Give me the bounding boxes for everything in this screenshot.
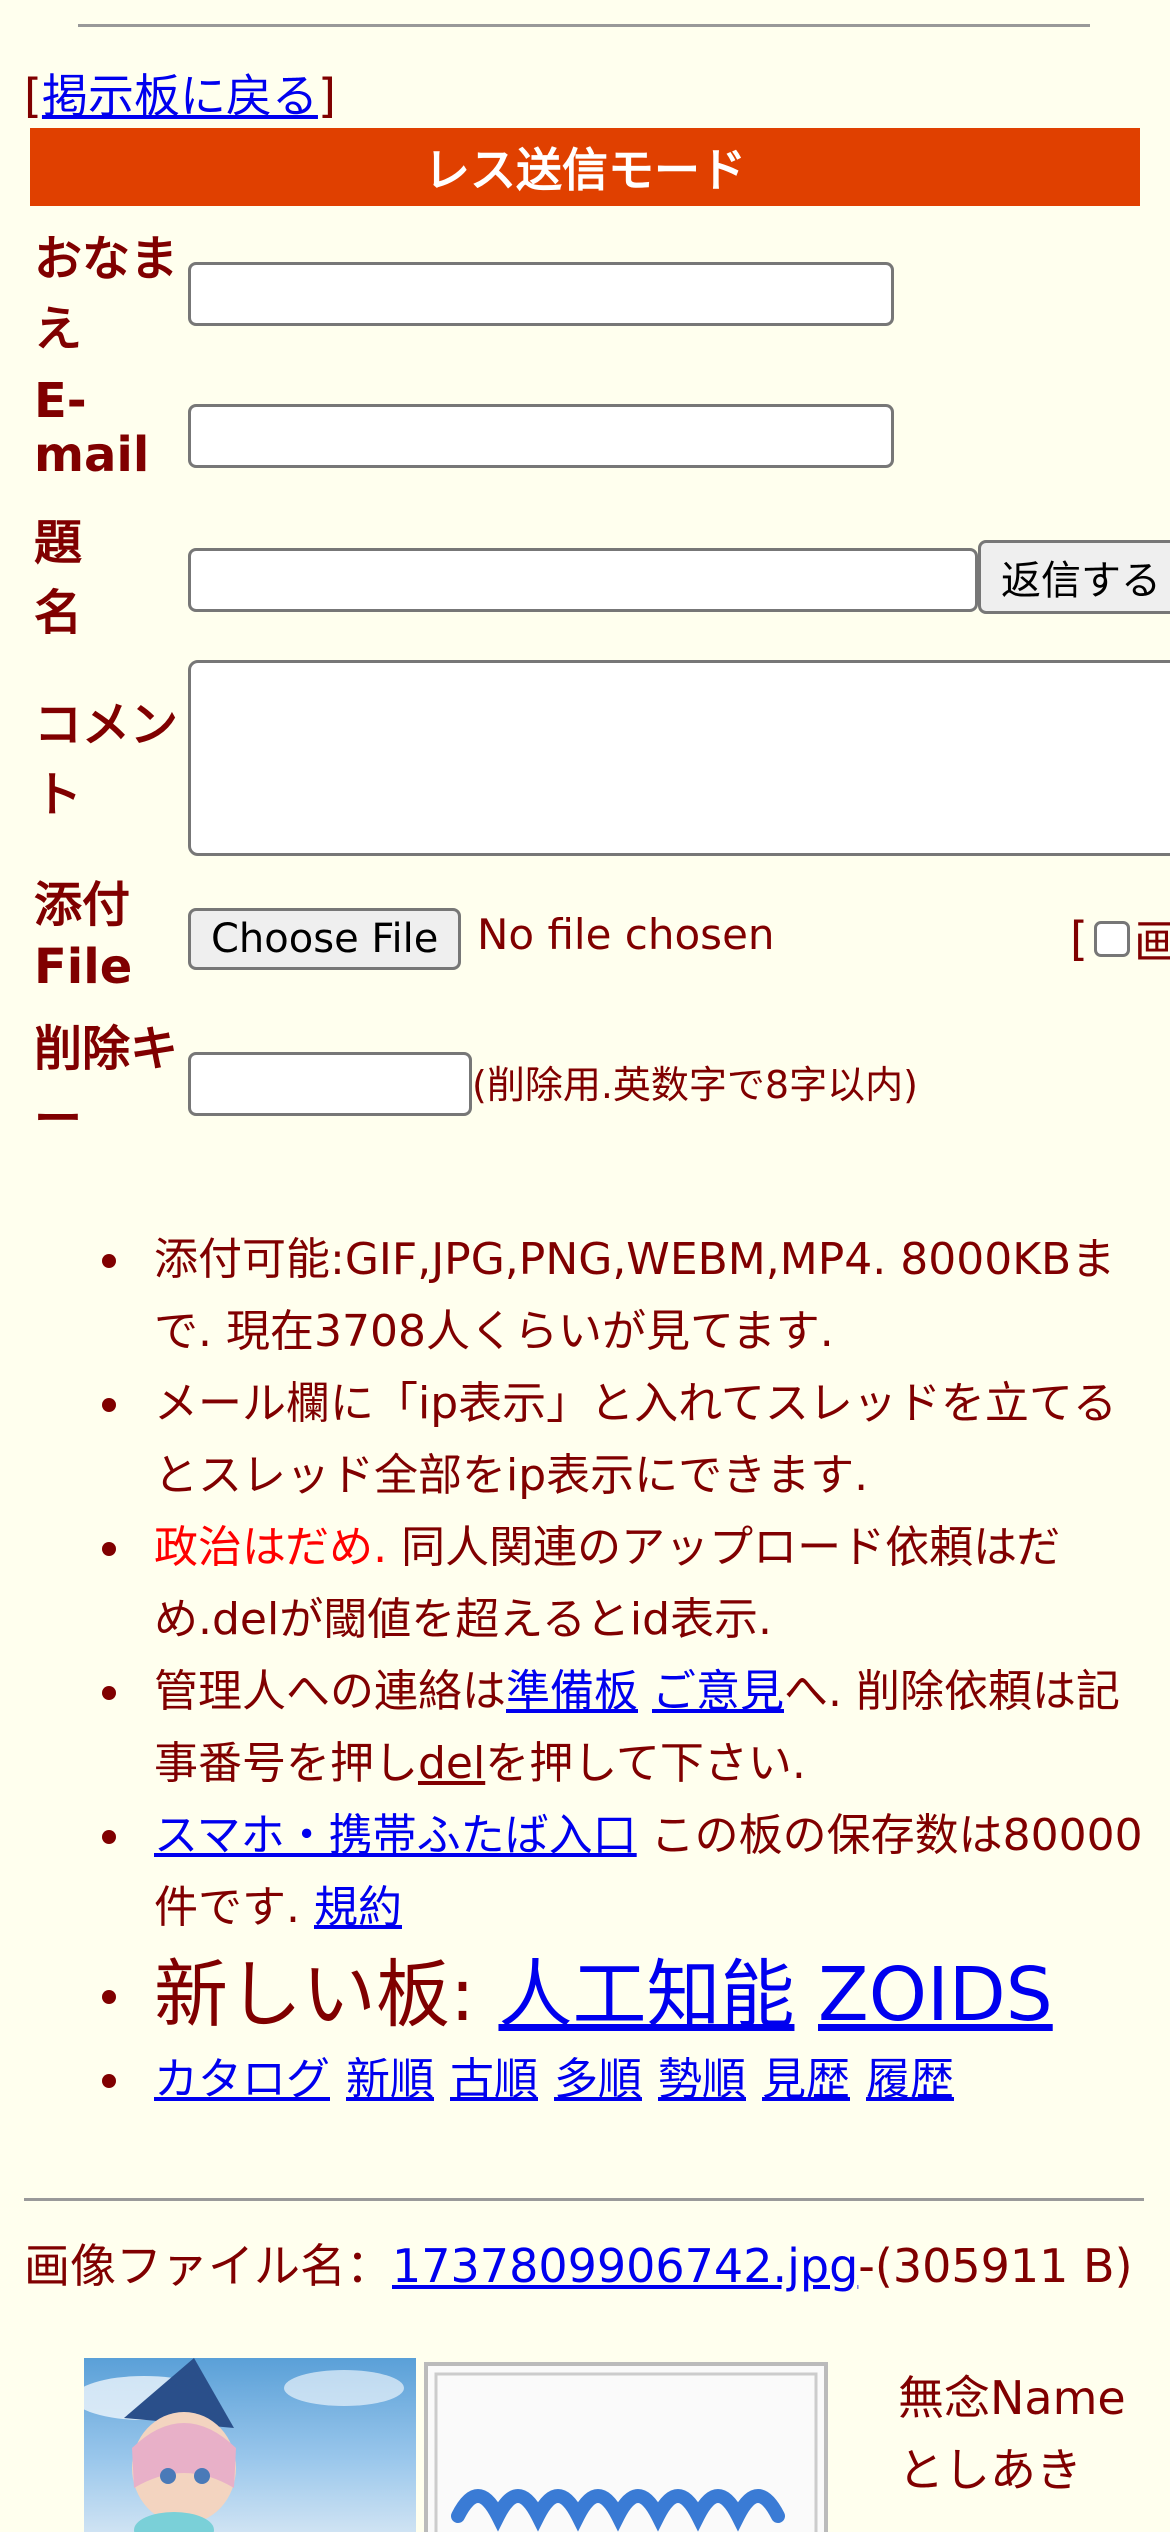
poster-name-line1: 無念Name bbox=[898, 2371, 1126, 2425]
note-rules: 政治はだめ. 同人関連のアップロード依頼はだめ.delが閾値を超えるとid表示. bbox=[0, 1512, 1150, 1656]
file-label: 画像ファイル名： bbox=[24, 2239, 392, 2293]
history-link[interactable]: 履歴 bbox=[866, 2054, 954, 2105]
name-label: おなまえ bbox=[34, 231, 179, 357]
note-ip-display-text: メール欄に「ip表示」と入れてスレッドを立てるとスレッド全部をip表示にできます… bbox=[154, 1378, 1117, 1501]
file-size: -(305911 B) bbox=[858, 2239, 1133, 2293]
choose-file-button[interactable]: Choose File bbox=[188, 908, 462, 970]
zoids-board-link[interactable]: ZOIDS bbox=[818, 1952, 1053, 2038]
bracket-close: ] bbox=[317, 69, 336, 123]
bracket-open: [ bbox=[24, 69, 42, 123]
board-notes-list: 添付可能:GIF,JPG,PNG,WEBM,MP4. 8000KBまで. 現在3… bbox=[0, 1224, 1150, 2116]
prep-board-link[interactable]: 準備板 bbox=[506, 1666, 638, 1717]
thread-divider bbox=[24, 2198, 1144, 2201]
sort-many-link[interactable]: 多順 bbox=[554, 2054, 642, 2105]
email-label: E-mail bbox=[34, 373, 150, 483]
note-new-boards: 新しい板: 人工知能 ZOIDS bbox=[0, 1946, 1150, 2044]
email-input[interactable] bbox=[188, 404, 894, 468]
comment-textarea[interactable] bbox=[188, 660, 1170, 856]
sort-old-link[interactable]: 古順 bbox=[450, 2054, 538, 2105]
catalog-link[interactable]: カタログ bbox=[154, 2054, 330, 2105]
mobile-entrance-link[interactable]: スマホ・携帯ふたば入口 bbox=[154, 1810, 637, 1861]
subject-input[interactable] bbox=[188, 548, 978, 612]
note-ip-display: メール欄に「ip表示」と入れてスレッドを立てるとスレッド全部をip表示にできます… bbox=[0, 1368, 1150, 1512]
image-file-info: 画像ファイル名：1737809906742.jpg-(305911 B) bbox=[24, 2236, 1144, 2296]
reply-submit-button[interactable]: 返信する bbox=[978, 540, 1170, 614]
sort-new-link[interactable]: 新順 bbox=[346, 2054, 434, 2105]
note-attachments: 添付可能:GIF,JPG,PNG,WEBM,MP4. 8000KBまで. 現在3… bbox=[0, 1224, 1150, 1368]
back-to-board-link[interactable]: 掲示板に戻る bbox=[42, 69, 318, 123]
feedback-link[interactable]: ご意見 bbox=[652, 1666, 784, 1717]
note-mobile: スマホ・携帯ふたば入口 この板の保存数は80000件です. 規約 bbox=[0, 1800, 1150, 1944]
note-contact: 管理人への連絡は準備板 ご意見へ. 削除依頼は記事番号を押しdelを押して下さい… bbox=[0, 1656, 1150, 1800]
politics-warning: 政治はだめ. bbox=[154, 1522, 388, 1573]
note-sort-nav: カタログ 新順 古順 多順 勢順 見歴 履歴 bbox=[0, 2044, 1150, 2116]
viewed-history-link[interactable]: 見歴 bbox=[762, 2054, 850, 2105]
anime-character-illustration bbox=[84, 2358, 404, 2532]
terms-link[interactable]: 規約 bbox=[314, 1882, 402, 1933]
title-logo-image bbox=[434, 2372, 818, 2532]
image-only-checkbox[interactable] bbox=[1093, 921, 1130, 957]
reply-mode-banner: レス送信モード bbox=[30, 128, 1140, 206]
image-file-link[interactable]: 1737809906742.jpg bbox=[392, 2239, 858, 2293]
poster-name-line2: としあき bbox=[898, 2443, 1082, 2497]
image-option-bracket: [ bbox=[1070, 912, 1088, 966]
ai-board-link[interactable]: 人工知能 bbox=[498, 1952, 794, 2038]
subject-label: 題名 bbox=[34, 515, 83, 641]
name-input[interactable] bbox=[188, 262, 894, 326]
image-option-text: 画 bbox=[1133, 915, 1170, 969]
note-contact-text-a: 管理人への連絡は bbox=[154, 1666, 506, 1717]
back-link-wrapper: [掲示板に戻る] bbox=[24, 60, 336, 126]
thread-thumbnail-right[interactable] bbox=[424, 2362, 828, 2532]
note-attachments-text: 添付可能:GIF,JPG,PNG,WEBM,MP4. 8000KBまで. 現在3… bbox=[154, 1234, 1116, 1357]
delete-key-label: 削除キー bbox=[34, 1021, 179, 1147]
poster-name-block: 無念Name としあき bbox=[898, 2362, 1126, 2506]
no-file-chosen-text: No file chosen bbox=[477, 910, 775, 959]
thread-thumbnail-left[interactable] bbox=[84, 2358, 416, 2532]
image-option: [ 画 bbox=[1070, 906, 1170, 972]
delete-key-note: (削除用.英数字で8字以内) bbox=[472, 1063, 918, 1107]
del-text: del bbox=[418, 1738, 486, 1789]
note-contact-text-c: を押して下さい. bbox=[485, 1738, 806, 1789]
top-divider bbox=[78, 24, 1090, 27]
sort-trending-link[interactable]: 勢順 bbox=[658, 2054, 746, 2105]
delete-key-input[interactable] bbox=[188, 1052, 472, 1116]
new-boards-label: 新しい板: bbox=[154, 1952, 499, 2038]
comment-label: コメント bbox=[34, 697, 179, 823]
attach-file-label: 添付File bbox=[34, 877, 133, 995]
